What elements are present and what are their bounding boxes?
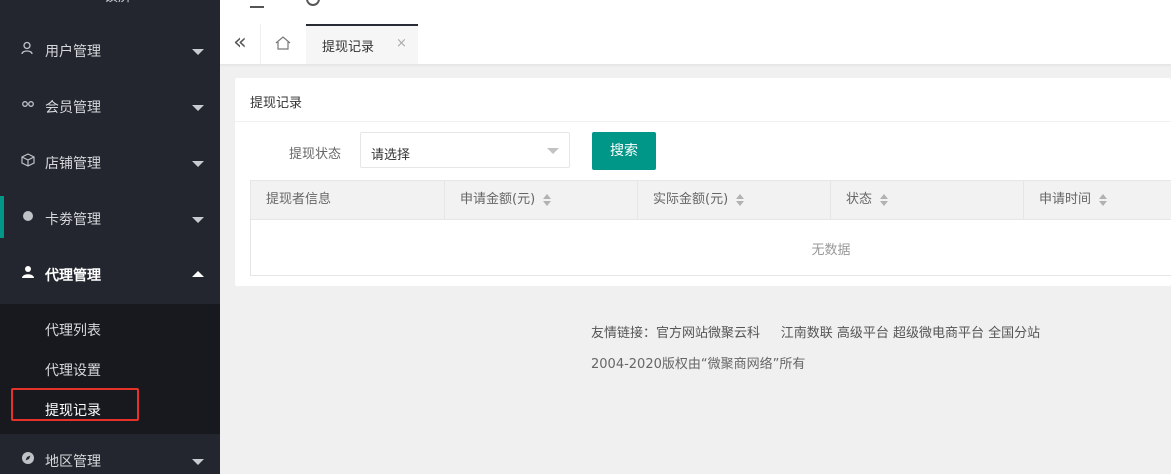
menu-toggle-icon[interactable] bbox=[250, 0, 264, 8]
sidebar-item-member-management[interactable]: 会员管理 bbox=[0, 80, 220, 136]
sidebar-item-label: 会员管理 bbox=[45, 100, 101, 116]
highlight-box bbox=[11, 388, 139, 421]
top-header bbox=[220, 0, 1171, 25]
column-label: 提现者信息 bbox=[266, 192, 332, 207]
withdrawal-records-card: 提现记录 提现状态 请选择 搜索 提现者信息 申请金额(元) 实际金额(元) 状… bbox=[235, 78, 1171, 286]
sidebar-item-agent-management[interactable]: 代理管理 bbox=[0, 248, 220, 304]
sidebar-item-label: 用户管理 bbox=[45, 44, 101, 60]
chevron-down-icon bbox=[192, 49, 204, 55]
sidebar-item-label: 店铺管理 bbox=[45, 156, 101, 172]
footer-link[interactable]: 江南数联 bbox=[781, 326, 833, 341]
column-label: 申请金额(元) bbox=[460, 192, 536, 207]
tab-withdrawal-records[interactable]: 提现记录 × bbox=[306, 24, 418, 64]
column-header-status[interactable]: 状态 bbox=[831, 181, 1024, 219]
records-table: 提现者信息 申请金额(元) 实际金额(元) 状态 申请时间 无数据 bbox=[250, 180, 1171, 276]
column-label: 状态 bbox=[846, 192, 873, 207]
compass-icon bbox=[20, 434, 36, 474]
submenu-item-agent-list[interactable]: 代理列表 bbox=[45, 320, 101, 340]
status-filter-label: 提现状态 bbox=[289, 147, 342, 162]
sort-icon[interactable] bbox=[880, 193, 889, 206]
footer-link[interactable]: 官方网站微聚云科 bbox=[656, 326, 760, 341]
card-header: 提现记录 bbox=[235, 78, 1171, 122]
chevron-down-icon bbox=[192, 459, 204, 465]
footer-link[interactable]: 超级微电商平台 bbox=[893, 326, 984, 341]
card-title: 提现记录 bbox=[250, 96, 303, 111]
chevron-down-icon bbox=[192, 217, 204, 223]
lock-screen-item[interactable]: 锁屏 bbox=[0, 0, 220, 20]
sidebar-item-store-management[interactable]: 店铺管理 bbox=[0, 136, 220, 192]
empty-state: 无数据 bbox=[811, 243, 851, 258]
tab-label: 提现记录 bbox=[322, 40, 375, 55]
refresh-icon[interactable] bbox=[306, 0, 320, 6]
column-header-apply-time[interactable]: 申请时间 bbox=[1024, 181, 1171, 219]
person-icon bbox=[20, 248, 36, 304]
sidebar-item-user-management[interactable]: 用户管理 bbox=[0, 24, 220, 80]
column-label: 实际金额(元) bbox=[653, 192, 729, 207]
footer-links: 友情链接：官方网站微聚云科 江南数联 高级平台 超级微电商平台 全国分站 bbox=[591, 322, 1040, 341]
column-header-actual-amount[interactable]: 实际金额(元) bbox=[638, 181, 831, 219]
home-icon bbox=[275, 36, 291, 50]
footer-links-prefix: 友情链接： bbox=[591, 326, 657, 341]
footer-link[interactable]: 全国分站 bbox=[988, 326, 1040, 341]
table-header: 提现者信息 申请金额(元) 实际金额(元) 状态 申请时间 bbox=[251, 181, 1171, 220]
close-icon[interactable]: × bbox=[396, 36, 407, 51]
box-icon bbox=[20, 136, 36, 192]
column-header-requested-amount[interactable]: 申请金额(元) bbox=[445, 181, 638, 219]
home-tab[interactable] bbox=[260, 24, 307, 64]
collapse-tabs-button[interactable]: « bbox=[220, 24, 261, 64]
sort-icon[interactable] bbox=[1099, 193, 1108, 206]
chevron-down-icon bbox=[192, 161, 204, 167]
sort-icon[interactable] bbox=[543, 193, 552, 206]
lock-screen-label: 锁屏 bbox=[104, 0, 132, 6]
sort-icon[interactable] bbox=[736, 193, 745, 206]
sidebar-item-coupon-management[interactable]: 卡劵管理 bbox=[0, 192, 220, 248]
sidebar-item-label: 地区管理 bbox=[45, 454, 101, 470]
status-select[interactable]: 请选择 bbox=[360, 132, 570, 168]
sidebar-item-label: 代理管理 bbox=[45, 268, 101, 284]
footer-link[interactable]: 高级平台 bbox=[837, 326, 889, 341]
circle-icon bbox=[20, 192, 36, 248]
search-button[interactable]: 搜索 bbox=[592, 132, 656, 170]
link-icon bbox=[20, 80, 36, 136]
sidebar-item-label: 卡劵管理 bbox=[45, 212, 101, 228]
copyright: 2004-2020版权由“微聚商网络”所有 bbox=[591, 357, 806, 372]
chevron-up-icon bbox=[192, 271, 204, 277]
submenu-item-agent-settings[interactable]: 代理设置 bbox=[45, 360, 101, 380]
column-header-applicant: 提现者信息 bbox=[251, 181, 445, 219]
sidebar-item-region-management[interactable]: 地区管理 bbox=[0, 434, 220, 474]
active-indicator bbox=[0, 196, 4, 238]
tab-bar: « 提现记录 × bbox=[220, 24, 1171, 65]
caret-down-icon bbox=[547, 148, 559, 154]
user-icon bbox=[20, 24, 36, 80]
chevron-down-icon bbox=[192, 105, 204, 111]
column-label: 申请时间 bbox=[1039, 192, 1092, 207]
select-value: 请选择 bbox=[371, 148, 411, 163]
